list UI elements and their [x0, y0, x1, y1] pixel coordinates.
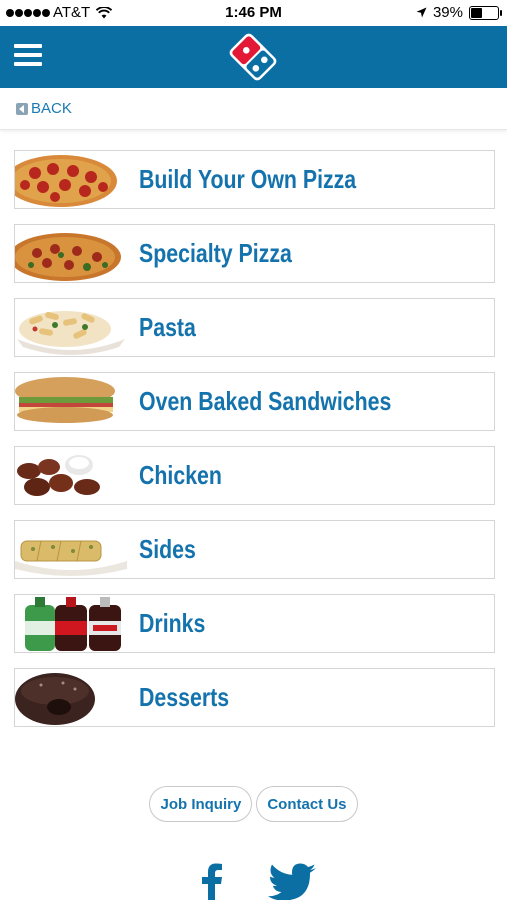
battery-icon [469, 5, 502, 20]
menu-item-pasta[interactable]: Pasta [14, 298, 495, 357]
location-arrow-icon [416, 7, 427, 18]
pasta-bowl-image [17, 311, 125, 355]
hamburger-menu-icon[interactable] [14, 44, 42, 68]
soda-bottles-image [25, 597, 121, 651]
battery-percent: 39% [432, 4, 463, 21]
menu-item-sides[interactable]: Sides [14, 520, 495, 579]
menu-item-label: Drinks [139, 608, 206, 638]
nav-bar [0, 26, 507, 88]
back-button[interactable]: BACK [16, 100, 72, 117]
back-arrow-icon [16, 102, 28, 115]
menu-category-list: Build Your Own Pizza Specialty Pizza Pas… [14, 150, 495, 742]
menu-item-drinks[interactable]: Drinks [14, 594, 495, 653]
contact-us-button[interactable]: Contact Us [256, 786, 358, 822]
menu-item-oven-baked-sandwiches[interactable]: Oven Baked Sandwiches [14, 372, 495, 431]
menu-item-specialty-pizza[interactable]: Specialty Pizza [14, 224, 495, 283]
job-inquiry-button[interactable]: Job Inquiry [149, 786, 253, 822]
chicken-wings-image [17, 455, 100, 496]
menu-item-label: Pasta [139, 312, 196, 342]
menu-item-label: Chicken [139, 460, 222, 490]
menu-item-label: Desserts [139, 682, 230, 712]
sub-sandwich-image [15, 377, 115, 423]
dominos-logo[interactable] [224, 28, 282, 86]
menu-item-label: Oven Baked Sandwiches [139, 386, 392, 416]
facebook-icon[interactable] [188, 862, 238, 900]
bread-sticks-image [15, 540, 127, 576]
menu-item-label: Build Your Own Pizza [139, 164, 357, 194]
menu-item-build-your-own-pizza[interactable]: Build Your Own Pizza [14, 150, 495, 209]
menu-item-label: Sides [139, 534, 196, 564]
menu-item-desserts[interactable]: Desserts [14, 668, 495, 727]
battery-fill [471, 7, 482, 18]
specialty-pizza-image [15, 233, 121, 281]
footer-buttons: Job Inquiry Contact Us [0, 786, 507, 822]
pepperoni-pizza-image [15, 155, 117, 207]
lava-cake-image [15, 673, 95, 725]
back-label: BACK [31, 100, 72, 117]
status-right: 39% [416, 4, 502, 21]
twitter-icon[interactable] [268, 862, 318, 900]
status-bar: AT&T 1:46 PM 39% [0, 0, 507, 26]
back-bar: BACK [0, 88, 507, 130]
menu-item-label: Specialty Pizza [139, 238, 292, 268]
menu-item-chicken[interactable]: Chicken [14, 446, 495, 505]
